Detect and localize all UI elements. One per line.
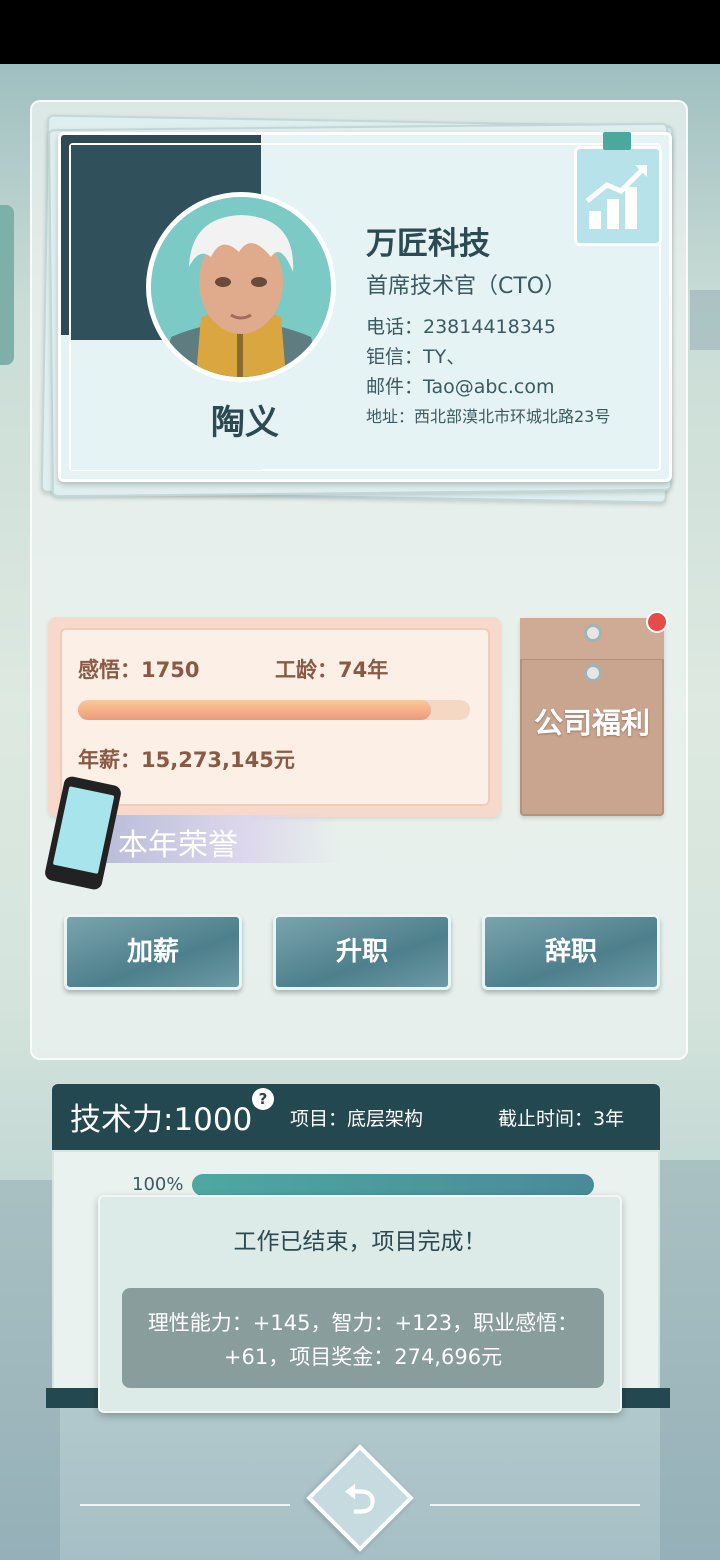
employee-name: 陶义 [211, 403, 279, 443]
divider [430, 1504, 640, 1506]
phone-info: 电话：23814418345 [366, 316, 556, 338]
raise-button[interactable]: 加薪 [64, 914, 242, 990]
company-welfare-label: 公司福利 [533, 706, 650, 740]
notification-dot [646, 611, 668, 633]
help-icon[interactable]: ? [252, 1088, 274, 1110]
tech-power: 技术力:1000 [70, 1102, 253, 1138]
chat-info: 钜信：TY、 [366, 346, 466, 368]
address-info: 地址：西北部漠北市环城北路23号 [366, 407, 611, 426]
building-silhouette [660, 1160, 720, 1560]
honor-label: 本年荣誉 [118, 828, 238, 863]
progress-percent: 100% [132, 1174, 184, 1195]
project-deadline: 截止时间：3年 [498, 1108, 625, 1130]
insight-stat: 感悟：1750 [78, 658, 200, 682]
promote-button[interactable]: 升职 [273, 914, 451, 990]
clip [603, 132, 631, 150]
email-info: 邮件：Tao@abc.com [366, 376, 555, 398]
side-tab[interactable] [0, 205, 14, 365]
envelope-button-icon [584, 664, 602, 682]
result-title: 工作已结束，项目完成！ [233, 1229, 487, 1255]
project-progress-fill [192, 1174, 594, 1196]
envelope-button-icon [584, 624, 602, 642]
company-name: 万匠科技 [366, 226, 490, 262]
salary-progress-fill [78, 700, 431, 720]
seniority-stat: 工龄：74年 [275, 658, 389, 682]
salary-stat: 年薪：15,273,145元 [78, 748, 295, 772]
project-name: 项目：底层架构 [290, 1108, 424, 1130]
back-arrow-icon: ⮌ [343, 1477, 377, 1523]
job-title: 首席技术官（CTO） [366, 274, 567, 299]
building-silhouette [0, 1180, 60, 1560]
growth-chart-icon[interactable] [574, 146, 662, 246]
building-silhouette [690, 290, 720, 350]
result-detail: 理性能力：+145，智力：+123，职业感悟：+61，项目奖金：274,696元 [147, 1311, 579, 1369]
divider [80, 1504, 290, 1506]
resign-button[interactable]: 辞职 [482, 914, 660, 990]
avatar [146, 192, 336, 382]
